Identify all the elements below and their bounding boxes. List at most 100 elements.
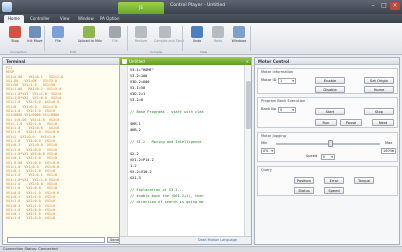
program-bank-section: Program Bank Execution Bank No 0 Start S… [257, 97, 398, 128]
jog-max-label: Max [385, 141, 393, 145]
motor-id-label: Motor ID [261, 78, 277, 82]
editor-scrollbar[interactable] [244, 65, 251, 237]
ribbon-tab-row: Home Controller View Window PA Option [0, 14, 402, 23]
motor-info-section: Motor Information Motor ID 1 Enable Set … [257, 68, 398, 94]
undo-icon [191, 26, 203, 38]
editor-tab[interactable]: Untitled × [120, 58, 251, 65]
file-icon [109, 26, 121, 38]
context-tab[interactable]: JS [118, 2, 164, 14]
error-button[interactable]: Error [324, 177, 344, 184]
motor-control-panel: Motor Control Motor Information Motor ID… [254, 57, 400, 245]
terminal-input[interactable] [7, 237, 105, 243]
terminal-line: VX1=1.0 VX1=0.0 VX1=0 [6, 216, 55, 221]
ribbon-button-label: Compile and Send [154, 39, 185, 43]
group-separator [250, 26, 251, 51]
query-title: Query [261, 168, 272, 172]
run-button[interactable]: Run [315, 119, 337, 126]
ribbon-button[interactable]: Restore [130, 25, 152, 49]
app-icon[interactable] [2, 2, 12, 12]
ribbon-tab[interactable]: Controller [26, 15, 54, 23]
speed-select[interactable]: 0 [321, 154, 335, 160]
language-label[interactable]: Dash Motion Language [198, 238, 237, 242]
enable-button[interactable]: Enable [315, 77, 345, 84]
document-icon [122, 59, 127, 64]
close-icon[interactable]: × [390, 2, 400, 10]
ribbon-button[interactable]: Upload to Mdv [78, 25, 102, 49]
ribbon-button[interactable]: Init Move [24, 25, 46, 49]
code-comment-line: // direction of search is going me [130, 200, 204, 204]
ribbon-tab[interactable]: View [56, 15, 74, 23]
compile-icon [159, 26, 171, 38]
motor-id-select[interactable]: 1 [278, 78, 296, 84]
set-origin-button[interactable]: Set Origin [364, 77, 394, 84]
upload-icon [83, 26, 95, 38]
jog-max-select[interactable]: 100% [381, 148, 396, 154]
code-area[interactable]: V3.1="HOME" V3.2=100 V3D.2=600 V3.1=50 V3D.2… [130, 67, 244, 235]
group-separator [44, 26, 45, 51]
group-separator [182, 26, 183, 51]
ribbon-group-label: View [200, 50, 208, 54]
move-icon [29, 26, 41, 38]
ribbon-button[interactable]: Windows [228, 25, 250, 49]
motor-jog-section: Motor Jogging Min Max 0% 100% Speed 0 [257, 132, 398, 162]
stop-button[interactable]: Stop [364, 108, 394, 115]
redo-icon [212, 26, 224, 38]
ribbon-button-label: Undo [192, 39, 202, 43]
ribbon-tab[interactable]: Home [4, 15, 24, 23]
control-title: Motor Control [255, 58, 399, 65]
ribbon-button-label: Restore [134, 39, 148, 43]
ribbon-button[interactable]: Stop [4, 25, 26, 49]
status-button[interactable]: Status [294, 187, 314, 194]
next-button[interactable]: Next [372, 119, 394, 126]
editor-panel: Untitled × V3.1="HOME" V3.2=100 V3D.2=600 V… [119, 57, 252, 245]
terminal-title: Terminal [3, 58, 124, 65]
restore-icon [135, 26, 147, 38]
ribbon-button-label: File [55, 39, 61, 43]
position-button[interactable]: Position [294, 177, 314, 184]
status-bar: Connection Status: Connected [0, 246, 402, 252]
disable-button[interactable]: Disable [315, 86, 345, 93]
editor-footer: Dash Motion Language [120, 236, 251, 244]
ribbon-button-label: Upload to Mdv [78, 39, 102, 43]
terminal-output: PZ1 RESP VX1=0.00 VX1=0.1 VX2=2.0 VX1-OK VX… [4, 66, 123, 224]
ribbon-button-label: Stop [11, 39, 19, 43]
ribbon-group-label: Connection [10, 50, 27, 54]
ribbon-button[interactable]: Compile and Send [154, 25, 185, 49]
maximize-icon[interactable]: □ [379, 2, 389, 10]
ribbon: Stop Init Move File Upload to Mdv File Restor… [0, 23, 402, 55]
motor-info-title: Motor Information [261, 70, 294, 74]
windows-icon [233, 26, 245, 38]
ribbon-group-label: Edit [70, 50, 76, 54]
group-separator [127, 26, 128, 51]
title-bar: JS Control Player - Untitled – □ × [0, 0, 402, 14]
window-title: Control Player - Untitled [170, 3, 226, 8]
scroll-thumb[interactable] [246, 81, 251, 129]
ribbon-tab[interactable]: PA Option [96, 15, 124, 23]
ribbon-button[interactable]: File [104, 25, 126, 49]
editor-close-icon[interactable]: × [246, 58, 249, 65]
minimize-icon[interactable]: – [368, 2, 378, 10]
torque-button[interactable]: Torque [354, 177, 374, 184]
terminal-panel: Terminal PZ1 RESP VX1=0.00 VX1=0.1 VX2=2.0… [2, 57, 125, 245]
bank-no-select[interactable]: 0 [278, 107, 296, 113]
ribbon-button-label: Windows [231, 39, 247, 43]
ribbon-button[interactable]: File [47, 25, 69, 49]
bank-no-label: Bank No [261, 107, 277, 111]
line-gutter [120, 65, 128, 237]
editor-tab-title: Untitled [129, 59, 145, 64]
motor-jog-title: Motor Jogging [261, 134, 286, 138]
start-button[interactable]: Start [315, 108, 345, 115]
home-button[interactable]: Home [364, 86, 394, 93]
program-bank-title: Program Bank Execution [261, 99, 306, 103]
jog-min-label: Min [261, 141, 268, 145]
jog-min-select[interactable]: 0% [261, 148, 275, 154]
pause-button[interactable]: Pause [340, 119, 362, 126]
ribbon-tab[interactable]: Window [74, 15, 98, 23]
jog-slider-knob[interactable] [327, 140, 333, 147]
ribbon-button[interactable]: Redo [207, 25, 229, 49]
speed-label: Speed [306, 154, 318, 158]
ribbon-button-label: Init Move [27, 39, 43, 43]
ribbon-group-label: Compile [150, 50, 163, 54]
ribbon-button[interactable]: Undo [186, 25, 208, 49]
speed-button[interactable]: Speed [324, 187, 344, 194]
